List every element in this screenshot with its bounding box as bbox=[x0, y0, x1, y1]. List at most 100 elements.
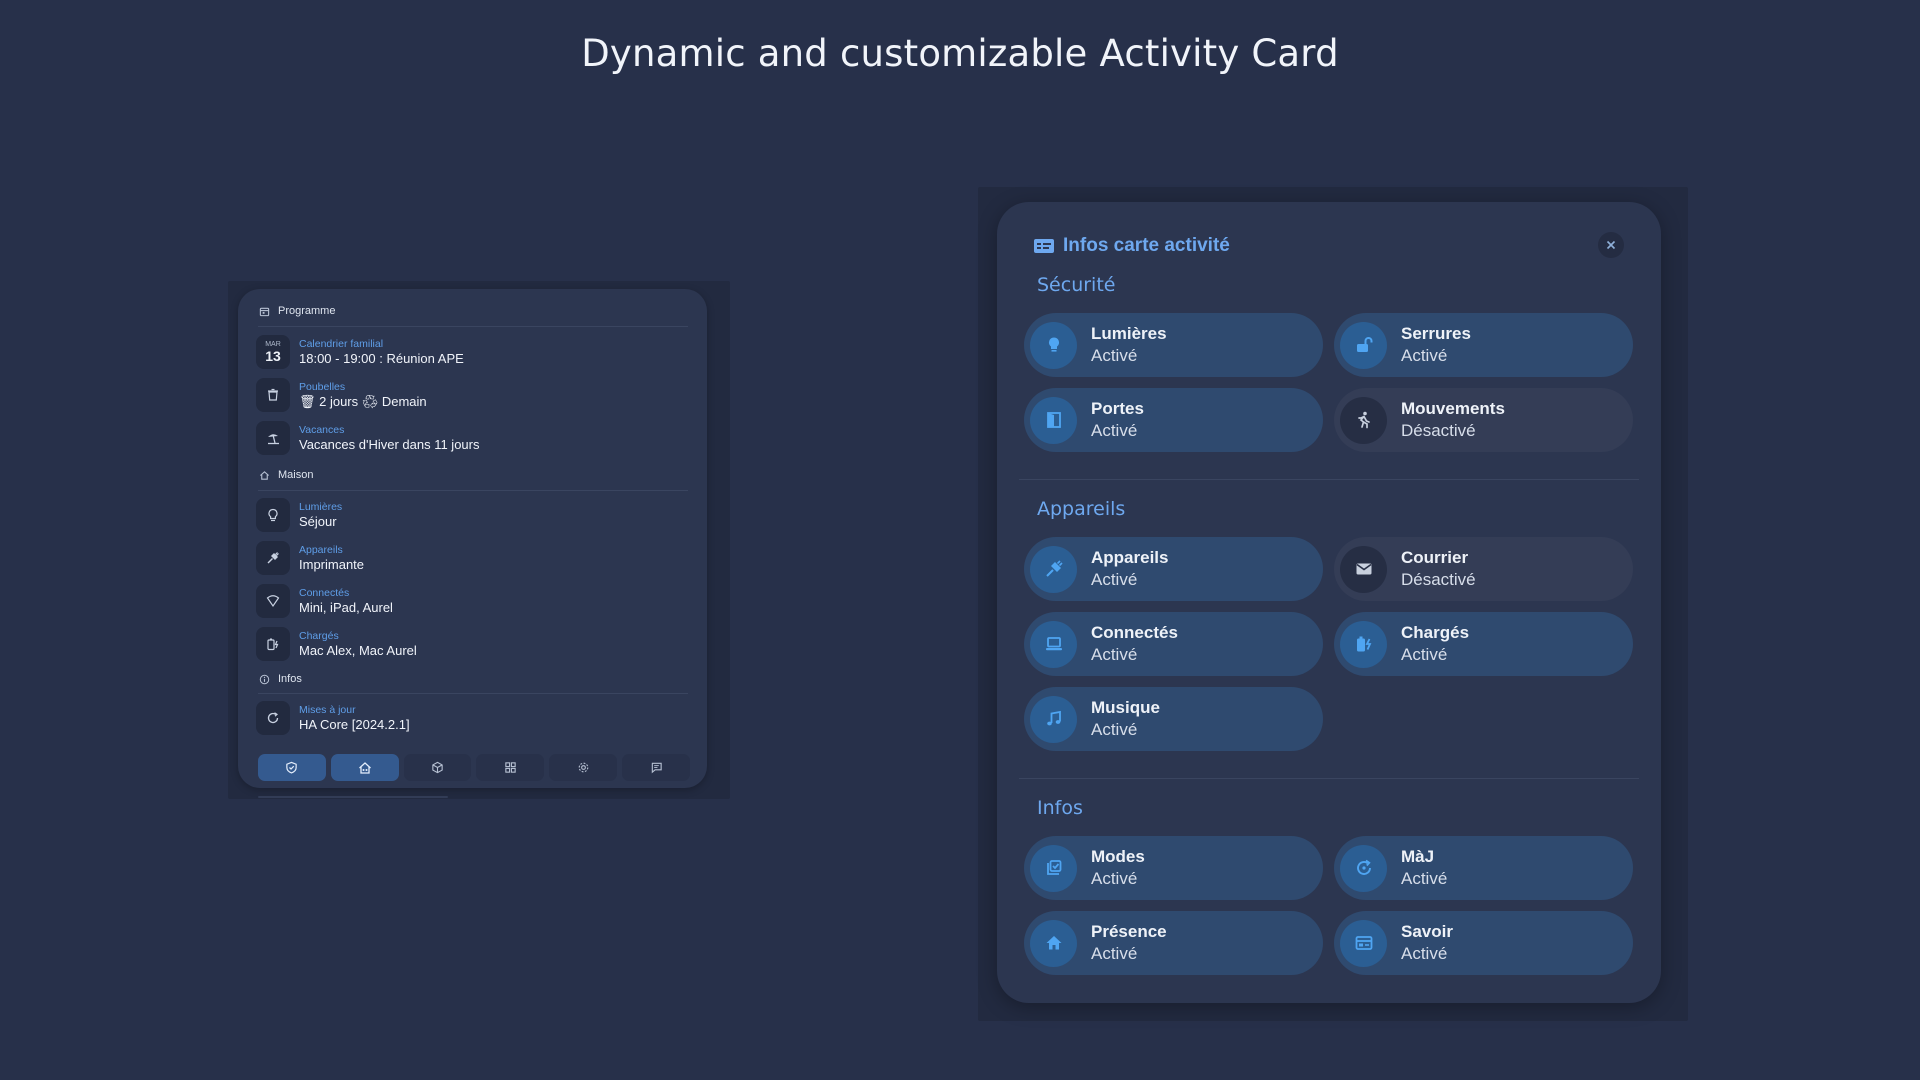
group-title-securite: Sécurité bbox=[1037, 274, 1116, 296]
chip-name: Courrier bbox=[1401, 548, 1469, 567]
chip-presence[interactable]: Présence Activé bbox=[1024, 911, 1323, 975]
bottom-nav bbox=[258, 754, 690, 781]
refresh-icon bbox=[256, 701, 290, 735]
battery-charging-icon bbox=[256, 627, 290, 661]
row-connectes[interactable]: Connectés Mini, iPad, Aurel bbox=[256, 582, 686, 620]
nav-settings-button[interactable] bbox=[549, 754, 618, 781]
section-maison: Maison bbox=[258, 465, 688, 485]
row-value: HA Core [2024.2.1] bbox=[299, 717, 410, 732]
chip-state: Activé bbox=[1091, 570, 1138, 589]
nav-scenes-button[interactable] bbox=[476, 754, 545, 781]
row-label: Lumières bbox=[299, 501, 343, 513]
row-value: Séjour bbox=[299, 514, 337, 529]
row-poubelles[interactable]: Poubelles 🗑 2 jours ♻ Demain bbox=[256, 376, 686, 414]
row-lumieres[interactable]: Lumières Séjour bbox=[256, 496, 686, 534]
row-label: Poubelles bbox=[299, 380, 346, 393]
nav-home-button[interactable] bbox=[330, 754, 399, 781]
divider bbox=[258, 326, 688, 327]
chip-name: Portes bbox=[1091, 399, 1144, 418]
row-value: Imprimante bbox=[299, 557, 365, 572]
chip-state: Activé bbox=[1401, 944, 1448, 963]
chip-name: Mouvements bbox=[1401, 399, 1505, 418]
section-title: Programme bbox=[278, 305, 336, 317]
row-label: Connectés bbox=[299, 587, 350, 599]
row-charges[interactable]: Chargés Mac Alex, Mac Aurel bbox=[256, 625, 686, 663]
chip-lumieres[interactable]: Lumières Activé bbox=[1024, 313, 1323, 377]
calendar-icon bbox=[258, 305, 270, 317]
chip-name: MàJ bbox=[1401, 847, 1435, 866]
chip-name: Appareils bbox=[1091, 548, 1169, 567]
section-title: Maison bbox=[278, 469, 314, 481]
chip-state: Activé bbox=[1091, 720, 1138, 739]
chip-maj[interactable]: MàJ Activé bbox=[1334, 836, 1633, 900]
chip-charges[interactable]: Chargés Activé bbox=[1334, 612, 1633, 676]
cube-icon bbox=[431, 761, 444, 774]
row-mises-a-jour[interactable]: Mises à jour HA Core [2024.2.1] bbox=[256, 699, 686, 737]
divider bbox=[258, 693, 688, 694]
row-label: Mises à jour bbox=[299, 704, 356, 716]
chip-portes[interactable]: Portes Activé bbox=[1024, 388, 1323, 452]
page-title: Dynamic and customizable Activity Card bbox=[581, 32, 1339, 75]
row-value: 18:00 - 19:00 : Réunion APE bbox=[299, 351, 464, 366]
chip-state: Activé bbox=[1091, 869, 1138, 888]
nav-security-button[interactable] bbox=[258, 754, 326, 781]
row-calendar[interactable]: MAR 13 Calendrier familial 18:00 - 19:00… bbox=[256, 333, 686, 371]
chip-connectes[interactable]: Connectés Activé bbox=[1024, 612, 1323, 676]
popup-dialog: Infos carte activité Sécurité Lumières A… bbox=[997, 202, 1661, 1003]
card-icon bbox=[1340, 919, 1387, 967]
date-dow: MAR bbox=[265, 341, 281, 348]
section-title: Infos bbox=[278, 673, 302, 685]
beach-icon bbox=[256, 421, 290, 455]
row-value: 🗑 2 jours ♻ Demain bbox=[299, 393, 427, 409]
chip-savoir[interactable]: Savoir Activé bbox=[1334, 911, 1633, 975]
divider bbox=[1019, 778, 1639, 779]
bulb-icon bbox=[1030, 321, 1077, 369]
popup-header: Infos carte activité bbox=[1033, 234, 1230, 258]
chip-state: Activé bbox=[1401, 645, 1448, 664]
chip-state: Désactivé bbox=[1401, 421, 1476, 440]
chip-courrier[interactable]: Courrier Désactivé bbox=[1334, 537, 1633, 601]
row-appareils[interactable]: Appareils Imprimante bbox=[256, 539, 686, 577]
row-vacances[interactable]: Vacances Vacances d'Hiver dans 11 jours bbox=[256, 419, 686, 457]
id-card-icon bbox=[1033, 237, 1055, 255]
chip-state: Activé bbox=[1401, 346, 1448, 365]
laptop-icon bbox=[1030, 620, 1077, 668]
chip-modes[interactable]: Modes Activé bbox=[1024, 836, 1323, 900]
chip-name: Serrures bbox=[1401, 324, 1471, 343]
section-programme: Programme bbox=[258, 301, 688, 321]
chip-appareils[interactable]: Appareils Activé bbox=[1024, 537, 1323, 601]
nav-messages-button[interactable] bbox=[622, 754, 690, 781]
divider bbox=[1019, 479, 1639, 480]
chip-mouvements[interactable]: Mouvements Désactivé bbox=[1334, 388, 1633, 452]
plug-icon bbox=[256, 541, 290, 575]
checklist-icon bbox=[1030, 844, 1077, 892]
close-icon bbox=[1606, 240, 1616, 250]
lock-open-icon bbox=[1340, 321, 1387, 369]
row-label: Chargés bbox=[299, 630, 339, 642]
row-value: Mac Alex, Mac Aurel bbox=[299, 643, 417, 658]
chip-name: Lumières bbox=[1091, 324, 1167, 343]
door-icon bbox=[1030, 396, 1077, 444]
chip-name: Modes bbox=[1091, 847, 1145, 866]
card-scrollbar[interactable] bbox=[258, 796, 448, 798]
nav-devices-button[interactable] bbox=[403, 754, 472, 781]
chip-serrures[interactable]: Serrures Activé bbox=[1334, 313, 1633, 377]
trash-icon bbox=[256, 378, 290, 412]
mail-icon bbox=[1340, 545, 1387, 593]
chip-state: Activé bbox=[1401, 869, 1448, 888]
walk-icon bbox=[1340, 396, 1387, 444]
chip-name: Savoir bbox=[1401, 922, 1453, 941]
chat-icon bbox=[650, 761, 663, 774]
close-button[interactable] bbox=[1598, 232, 1624, 258]
home-icon bbox=[258, 469, 270, 481]
shield-icon bbox=[285, 761, 298, 774]
chip-name: Chargés bbox=[1401, 623, 1470, 642]
home-icon bbox=[358, 761, 372, 775]
chip-musique[interactable]: Musique Activé bbox=[1024, 687, 1323, 751]
grid-icon bbox=[504, 761, 517, 774]
row-label: Calendrier familial bbox=[299, 338, 384, 350]
chip-state: Désactivé bbox=[1401, 570, 1476, 589]
date-tile: MAR 13 bbox=[256, 335, 290, 369]
popup-title: Infos carte activité bbox=[1063, 235, 1230, 256]
bulb-icon bbox=[256, 498, 290, 532]
